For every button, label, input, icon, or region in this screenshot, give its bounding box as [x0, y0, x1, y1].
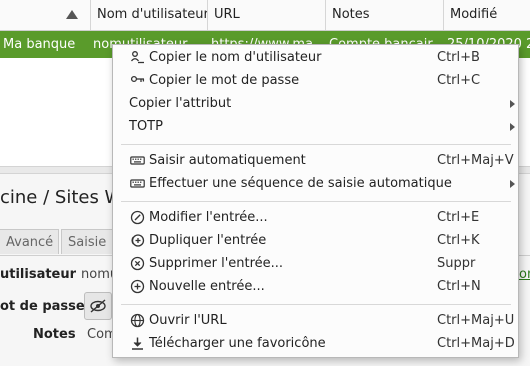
globe-icon: [130, 313, 145, 328]
keyboard-icon: [130, 153, 145, 168]
menu-separator: [121, 144, 511, 145]
keyboard-icon: [130, 176, 145, 191]
toggle-password-visibility-button[interactable]: [84, 292, 112, 320]
menu-item-edit-entry[interactable]: Modifier l'entrée... Ctrl+E: [113, 206, 518, 229]
clone-entry-icon: [130, 233, 145, 248]
menu-item-download-favicon[interactable]: Télécharger une favoricône Ctrl+Maj+D: [113, 332, 518, 355]
menu-item-copy-username[interactable]: Copier le nom d'utilisateur Ctrl+B: [113, 46, 518, 69]
menu-separator: [121, 304, 511, 305]
submenu-arrow-icon: [510, 180, 515, 188]
submenu-arrow-icon: [510, 100, 515, 108]
menu-item-label: Ouvrir l'URL: [149, 313, 227, 328]
submenu-arrow-icon: [510, 123, 515, 131]
menu-item-label: Copier l'attribut: [129, 96, 232, 111]
entry-table-header: Nom d'utilisateur URL Notes Modifié: [0, 0, 530, 31]
menu-item-shortcut: Ctrl+Maj+U: [437, 313, 515, 328]
username-field-label: utilisateur: [0, 267, 77, 282]
edit-entry-icon: [130, 210, 145, 225]
menu-item-label: Nouvelle entrée...: [149, 279, 265, 294]
sort-ascending-icon: [66, 10, 78, 19]
column-header-notes[interactable]: Notes: [326, 0, 444, 30]
menu-item-label: Supprimer l'entrée...: [149, 256, 284, 271]
new-entry-icon: [130, 279, 145, 294]
menu-item-shortcut: Ctrl+E: [437, 210, 480, 225]
notes-field-label: Notes: [33, 327, 76, 342]
menu-item-new-entry[interactable]: Nouvelle entrée... Ctrl+N: [113, 275, 518, 298]
menu-item-shortcut: Ctrl+K: [437, 233, 480, 248]
menu-item-open-url[interactable]: Ouvrir l'URL Ctrl+Maj+U: [113, 309, 518, 332]
menu-item-delete-entry[interactable]: Supprimer l'entrée... Suppr: [113, 252, 518, 275]
menu-item-shortcut: Ctrl+B: [437, 50, 480, 65]
menu-item-totp[interactable]: TOTP: [113, 115, 518, 138]
menu-item-shortcut: Ctrl+Maj+V: [437, 153, 514, 168]
menu-item-copy-password[interactable]: Copier le mot de passe Ctrl+C: [113, 69, 518, 92]
menu-separator: [121, 201, 511, 202]
entry-context-menu: Copier le nom d'utilisateur Ctrl+B Copie…: [112, 44, 519, 358]
tab-autotype[interactable]: Saisie: [61, 229, 113, 254]
menu-item-label: Modifier l'entrée...: [149, 210, 268, 225]
column-header-url[interactable]: URL: [208, 0, 326, 30]
menu-item-label: Saisir automatiquement: [149, 153, 306, 168]
menu-item-shortcut: Ctrl+N: [437, 279, 481, 294]
password-field-label: ot de passe: [0, 299, 85, 314]
copy-password-key-icon: [130, 73, 145, 88]
column-header-title[interactable]: [0, 0, 91, 30]
menu-item-label: Dupliquer l'entrée: [149, 233, 267, 248]
delete-entry-icon: [130, 256, 145, 271]
menu-item-shortcut: Ctrl+Maj+D: [437, 336, 515, 351]
menu-item-copy-attribute[interactable]: Copier l'attribut: [113, 92, 518, 115]
url-link-partial[interactable]: on: [519, 267, 530, 282]
download-icon: [130, 336, 145, 351]
menu-item-shortcut: Suppr: [437, 256, 476, 271]
menu-item-autotype[interactable]: Saisir automatiquement Ctrl+Maj+V: [113, 149, 518, 172]
copy-username-icon: [130, 50, 145, 65]
eye-slash-icon: [90, 299, 106, 313]
cell-title: Ma banque: [3, 37, 76, 52]
column-header-modified[interactable]: Modifié: [444, 0, 530, 30]
column-header-username[interactable]: Nom d'utilisateur: [91, 0, 208, 30]
menu-item-label: TOTP: [129, 119, 163, 134]
menu-item-label: Télécharger une favoricône: [149, 336, 326, 351]
menu-item-label: Copier le nom d'utilisateur: [149, 50, 322, 65]
menu-item-shortcut: Ctrl+C: [437, 73, 481, 88]
menu-item-clone-entry[interactable]: Dupliquer l'entrée Ctrl+K: [113, 229, 518, 252]
menu-item-autotype-sequence[interactable]: Effectuer une séquence de saisie automat…: [113, 172, 518, 195]
menu-item-label: Copier le mot de passe: [149, 73, 300, 88]
tab-advanced[interactable]: Avancé: [0, 229, 59, 254]
menu-item-label: Effectuer une séquence de saisie automat…: [149, 176, 452, 191]
